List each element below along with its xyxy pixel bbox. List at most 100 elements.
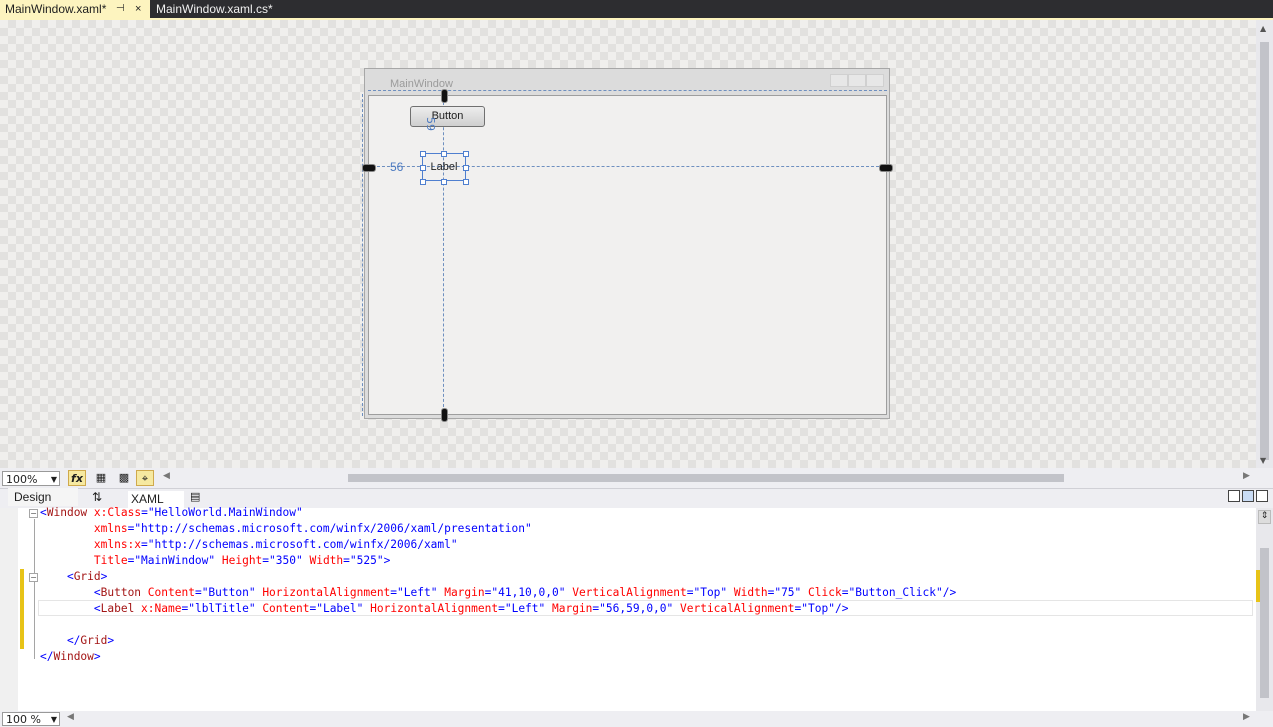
margin-left-value: 56 [390,160,404,174]
code-token: > [383,554,391,567]
code-line[interactable]: xmlns="http://schemas.microsoft.com/winf… [40,521,532,537]
code-line[interactable]: Title="MainWindow" Height="350" Width="5… [40,553,390,569]
code-line[interactable]: </Grid> [40,633,114,649]
resize-handle[interactable] [463,151,469,157]
split-editor-icon[interactable]: ⇕ [1258,510,1271,524]
code-token: "Left" [397,586,438,599]
collapse-icon[interactable] [1256,490,1268,502]
resize-handle[interactable] [441,151,447,157]
code-token: </ [40,634,81,647]
resize-handle[interactable] [420,151,426,157]
code-token: "75" [774,586,802,599]
margin-top-value: 59 [424,117,437,131]
code-token: Height [215,554,263,567]
scrollbar-thumb[interactable] [1260,548,1269,698]
scrollbar-thumb[interactable] [348,474,1064,482]
resize-handle[interactable] [463,179,469,185]
collapse-pane-icon[interactable]: ▤ [190,490,200,503]
resize-handle[interactable] [420,179,426,185]
code-token: "HelloWorld.MainWindow" [147,506,303,519]
swap-panes-icon[interactable]: ⇅ [92,490,102,504]
indicator-margin [0,508,18,711]
maximize-icon [848,74,866,87]
editor-bottom-bar [0,711,1273,727]
code-token: x:Name [134,602,182,615]
code-token: xmlns [40,522,128,535]
code-token: "http://schemas.microsoft.com/winfx/2006… [147,538,458,551]
code-token: < [40,586,101,599]
resize-handle[interactable] [441,179,447,185]
code-token: "Left" [504,602,546,615]
close-window-icon [866,74,884,87]
editor-vertical-scrollbar[interactable]: ⇕ [1256,508,1273,711]
tab-label: MainWindow.xaml.cs* [156,2,273,16]
code-token: Width [302,554,344,567]
bottom-anchor-handle[interactable] [441,408,448,422]
collapse-icon[interactable]: − [29,573,38,582]
scroll-up-icon[interactable]: ▲ [1260,24,1266,33]
code-token: = [343,554,350,567]
minimize-icon [830,74,848,87]
horizontal-split-icon[interactable] [1242,490,1254,502]
tab-label: MainWindow.xaml* [5,2,107,16]
code-token: "lblTitle" [188,602,256,615]
scrollbar-thumb[interactable] [1260,42,1269,460]
change-marker [1256,570,1260,602]
left-anchor-handle[interactable] [362,164,376,172]
resize-handle[interactable] [420,165,426,171]
code-token: > [107,634,115,647]
right-anchor-handle[interactable] [879,164,893,172]
code-token: "56,59,0,0" [599,602,674,615]
collapse-icon[interactable]: − [29,509,38,518]
scroll-left-icon[interactable]: ◀ [163,471,170,481]
code-token: Title [40,554,128,567]
design-zoom-select[interactable]: 100% ▼ [2,471,60,486]
code-line[interactable]: <Window x:Class="HelloWorld.MainWindow" [40,505,303,521]
wpf-window-client-area[interactable] [368,95,887,415]
code-token: VerticalAlignment [565,586,687,599]
scroll-left-icon[interactable]: ◀ [67,712,74,722]
top-anchor-handle[interactable] [441,89,448,103]
code-token: Grid [80,634,108,647]
code-token: Margin [437,586,485,599]
code-line[interactable]: <Grid> [40,569,107,585]
editor-zoom-select[interactable]: 100 % ▼ [2,712,60,726]
effects-toggle-button[interactable]: fx [68,470,86,486]
wpf-button[interactable]: Button [410,106,485,127]
snap-grid-icon[interactable]: ▩ [115,470,133,486]
close-icon[interactable]: × [135,0,141,18]
tab-design[interactable]: Design [8,488,78,506]
tab-mainwindow-xaml[interactable]: MainWindow.xaml* ⊣ × [0,0,150,18]
vertical-split-icon[interactable] [1228,490,1240,502]
code-token: Window [46,506,88,519]
code-token: Grid [73,570,101,583]
code-line[interactable]: </Window> [40,649,101,665]
code-token: = [194,586,202,599]
code-token: Width [727,586,768,599]
code-token: /> [834,602,849,615]
pin-icon[interactable]: ⊣ [116,0,125,18]
code-token: Label [100,602,135,615]
chevron-down-icon: ▼ [50,475,57,484]
code-token: </ [40,650,54,663]
scroll-right-icon[interactable]: ▶ [1243,712,1250,722]
code-token: VerticalAlignment [673,602,795,615]
code-token: = [498,602,505,615]
scroll-right-icon[interactable]: ▶ [1243,471,1250,481]
code-line[interactable]: <Label x:Name="lblTitle" Content="Label"… [40,601,849,617]
resize-handle[interactable] [463,165,469,171]
xaml-tab-label: XAML [131,492,164,506]
grid-lines-icon[interactable]: ▦ [92,470,110,486]
scroll-down-icon[interactable]: ▼ [1260,456,1266,465]
code-token: = [141,538,148,551]
code-token: Window [53,650,94,663]
wpf-label-selected[interactable]: Label [422,153,466,181]
code-token: "525" [349,554,384,567]
tab-mainwindow-xaml-cs[interactable]: MainWindow.xaml.cs* [151,0,291,18]
design-vertical-scrollbar[interactable]: ▲ ▼ [1256,20,1273,468]
code-token: < [40,570,74,583]
vertical-margin-guide [443,97,444,412]
snap-lines-icon[interactable]: ⌖ [136,470,154,486]
code-line[interactable]: <Button Content="Button" HorizontalAlign… [40,585,956,601]
code-line[interactable]: xmlns:x="http://schemas.microsoft.com/wi… [40,537,458,553]
